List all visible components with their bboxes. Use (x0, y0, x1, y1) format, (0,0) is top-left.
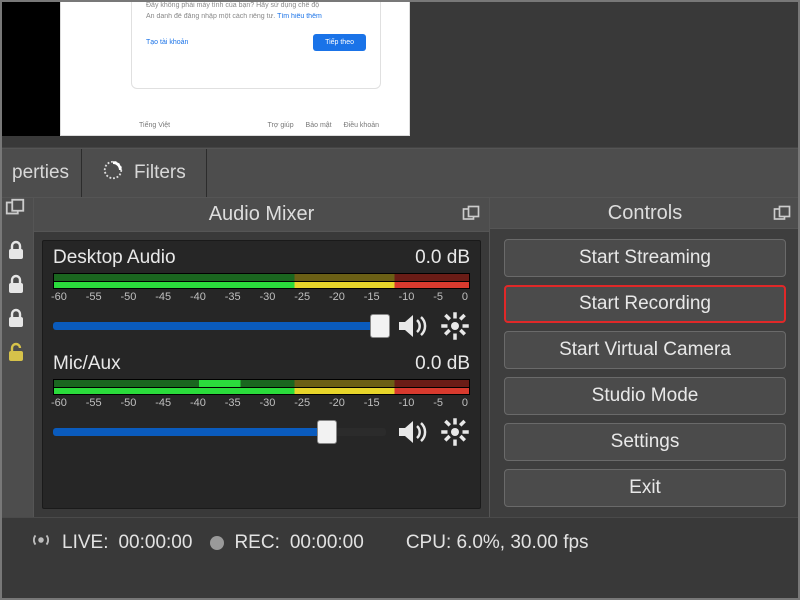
channel-db: 0.0 dB (415, 353, 470, 375)
record-dot-icon (210, 536, 224, 550)
gear-icon[interactable] (440, 311, 470, 341)
audio-mixer-title: Audio Mixer (209, 203, 315, 226)
speaker-icon[interactable] (396, 311, 430, 341)
lock-icon[interactable] (4, 238, 28, 262)
db-tick: -45 (155, 397, 171, 409)
audio-mixer-header: Audio Mixer (34, 198, 489, 232)
footer-privacy: Bảo mật (306, 122, 332, 129)
db-tick: -5 (433, 397, 443, 409)
footer-lang: Tiếng Việt (139, 122, 170, 129)
live-time: 00:00:00 (118, 532, 192, 554)
audio-mixer-panel: Audio Mixer Desktop Audio 0.0 dB -60 -55 -… (34, 198, 490, 517)
db-tick: -55 (86, 291, 102, 303)
db-scale: -60-55-50-45-40-35-30-25-20-15-10-50 (53, 397, 470, 409)
live-status: LIVE: 00:00:00 (30, 529, 192, 557)
preview-black-strip (0, 0, 60, 136)
volume-slider[interactable] (53, 322, 386, 330)
audio-mixer-body: Desktop Audio 0.0 dB -60-55-50-45-40-35-… (42, 240, 481, 509)
db-tick: -50 (121, 397, 137, 409)
rec-label: REC: (234, 532, 279, 554)
create-account-link[interactable]: Tạo tài khoản (146, 39, 188, 46)
db-tick: -40 (190, 397, 206, 409)
sources-side-column (0, 198, 34, 517)
preview-area: Đây không phải máy tính của bạn? Hãy sử … (0, 0, 800, 148)
learn-more-link[interactable]: Tìm hiểu thêm (277, 13, 322, 20)
rec-time: 00:00:00 (290, 532, 364, 554)
popout-icon[interactable] (461, 204, 481, 224)
channel-name: Desktop Audio (53, 247, 176, 269)
filters-label: Filters (134, 162, 186, 184)
db-tick: -35 (225, 397, 241, 409)
db-tick: -10 (399, 397, 415, 409)
next-button[interactable]: Tiếp theo (313, 34, 366, 51)
lock-icon[interactable] (4, 306, 28, 330)
db-tick: -45 (155, 291, 171, 303)
broadcast-icon (30, 529, 52, 557)
db-tick: -20 (329, 291, 345, 303)
start-recording-button[interactable]: Start Recording (504, 285, 786, 323)
mixer-channel: Mic/Aux 0.0 dB -60-55-50-45-40-35-30-25-… (53, 353, 470, 447)
gear-icon[interactable] (440, 417, 470, 447)
controls-header: Controls (490, 198, 800, 229)
slider-thumb[interactable] (370, 314, 390, 338)
vu-meter (53, 273, 470, 289)
db-tick: -25 (294, 291, 310, 303)
card-line1: Đây không phải máy tính của bạn? Hãy sử … (146, 2, 366, 9)
rec-status: REC: 00:00:00 (210, 532, 363, 554)
lock-open-icon[interactable] (4, 340, 28, 364)
db-tick: -30 (260, 397, 276, 409)
preview-browser: Đây không phải máy tính của bạn? Hãy sử … (60, 0, 410, 136)
db-tick: -10 (399, 291, 415, 303)
popout-icon[interactable] (4, 197, 26, 219)
vu-meter (53, 379, 470, 395)
settings-button[interactable]: Settings (504, 423, 786, 461)
cpu-status: CPU: 6.0%, 30.00 fps (406, 532, 589, 554)
db-tick: 0 (462, 291, 468, 303)
db-tick: 0 (462, 397, 468, 409)
db-tick: -60 (51, 397, 67, 409)
db-tick: -20 (329, 397, 345, 409)
exit-button[interactable]: Exit (504, 469, 786, 507)
db-tick: -40 (190, 291, 206, 303)
live-label: LIVE: (62, 532, 108, 554)
lock-icon[interactable] (4, 272, 28, 296)
speaker-icon[interactable] (396, 417, 430, 447)
dock-toolbar: perties Filters (0, 148, 800, 198)
status-bar: LIVE: 00:00:00 REC: 00:00:00 CPU: 6.0%, … (0, 518, 800, 568)
db-tick: -15 (364, 397, 380, 409)
slider-thumb[interactable] (317, 420, 337, 444)
db-tick: -30 (260, 291, 276, 303)
channel-name: Mic/Aux (53, 353, 121, 375)
db-tick: -25 (294, 397, 310, 409)
db-tick: -55 (86, 397, 102, 409)
db-tick: -50 (121, 291, 137, 303)
footer-help: Trợ giúp (267, 122, 293, 129)
popout-icon[interactable] (772, 204, 792, 224)
tab-properties[interactable]: perties (0, 162, 81, 184)
filters-icon (102, 159, 124, 187)
start-streaming-button[interactable]: Start Streaming (504, 239, 786, 277)
tab-filters[interactable]: Filters (82, 159, 206, 187)
channel-db: 0.0 dB (415, 247, 470, 269)
db-scale: -60-55-50-45-40-35-30-25-20-15-10-50 (53, 291, 470, 303)
preview-footer: Tiếng Việt Trợ giúp Bảo mật Điều khoản (139, 122, 379, 129)
start-virtual-camera-button[interactable]: Start Virtual Camera (504, 331, 786, 369)
volume-slider[interactable] (53, 428, 386, 436)
login-card: Đây không phải máy tính của bạn? Hãy sử … (131, 0, 381, 89)
panels-row: Audio Mixer Desktop Audio 0.0 dB -60 -55 -… (0, 198, 800, 518)
card-line2: Ẩn danh để đăng nhập một cách riêng tư. … (146, 13, 366, 20)
controls-panel: Controls Start Streaming Start Recording… (490, 198, 800, 517)
studio-mode-button[interactable]: Studio Mode (504, 377, 786, 415)
db-tick: -60 (51, 291, 67, 303)
db-tick: -35 (225, 291, 241, 303)
footer-terms: Điều khoản (344, 122, 379, 129)
db-tick: -15 (364, 291, 380, 303)
controls-title: Controls (608, 202, 682, 225)
toolbar-separator-2 (206, 149, 207, 197)
db-tick: -5 (433, 291, 443, 303)
card-line2-text: Ẩn danh để đăng nhập một cách riêng tư. (146, 13, 275, 20)
mixer-channel: Desktop Audio 0.0 dB -60-55-50-45-40-35-… (53, 247, 470, 341)
